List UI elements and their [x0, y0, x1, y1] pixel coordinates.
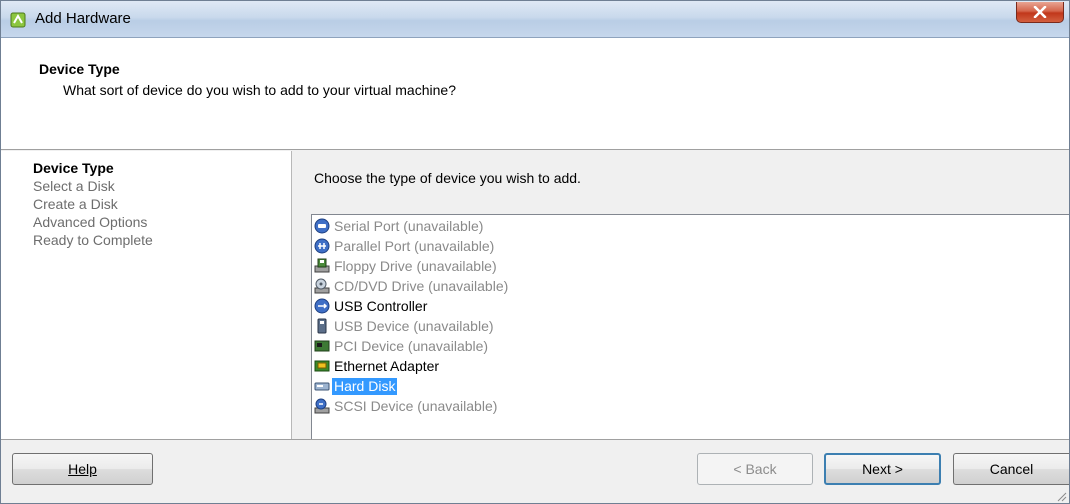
pci-device-icon [314, 340, 330, 352]
step-advanced-options: Advanced Options [33, 214, 148, 230]
device-item-usb-device[interactable]: USB Device (unavailable) [314, 317, 496, 335]
device-label: CD/DVD Drive (unavailable) [334, 277, 509, 294]
parallel-port-icon [314, 238, 330, 254]
device-item-pci-device[interactable]: PCI Device (unavailable) [314, 337, 490, 355]
main-panel: Choose the type of device you wish to ad… [292, 151, 1069, 440]
wizard-steps: Device Type Select a Disk Create a Disk … [1, 151, 292, 439]
wizard-header: Device Type What sort of device do you w… [1, 38, 1069, 150]
scsi-device-icon [314, 398, 330, 414]
usb-controller-icon [314, 298, 330, 314]
step-create-disk: Create a Disk [33, 196, 118, 212]
hard-disk-icon [314, 382, 330, 391]
device-prompt: Choose the type of device you wish to ad… [314, 170, 581, 186]
next-button[interactable]: Next > [824, 453, 941, 485]
header-subtitle: What sort of device do you wish to add t… [63, 82, 456, 98]
device-item-floppy-drive[interactable]: Floppy Drive (unavailable) [314, 257, 499, 275]
floppy-drive-icon [314, 258, 330, 273]
device-label: PCI Device (unavailable) [334, 337, 489, 354]
help-button-label: Help [68, 461, 97, 477]
step-ready-to-complete: Ready to Complete [33, 232, 153, 248]
title-bar[interactable]: Add Hardware [1, 1, 1069, 38]
device-type-list[interactable]: Serial Port (unavailable) Parallel Port … [311, 214, 1069, 440]
header-title: Device Type [39, 61, 120, 77]
device-item-cd-dvd-drive[interactable]: CD/DVD Drive (unavailable) [314, 277, 510, 295]
device-label: SCSI Device (unavailable) [334, 397, 498, 414]
back-button[interactable]: < Back [697, 453, 813, 485]
device-item-usb-controller[interactable]: USB Controller [314, 297, 429, 315]
device-label: Ethernet Adapter [334, 357, 440, 374]
cd-dvd-drive-icon [314, 278, 330, 294]
step-select-disk: Select a Disk [33, 178, 115, 194]
device-label: Floppy Drive (unavailable) [334, 257, 497, 274]
close-icon [1033, 6, 1047, 18]
close-button[interactable] [1016, 2, 1064, 23]
back-button-label: < Back [733, 461, 777, 477]
ethernet-adapter-icon [314, 360, 330, 372]
add-hardware-dialog: Add Hardware Device Type What sort of de… [0, 0, 1070, 504]
device-label: Parallel Port (unavailable) [334, 237, 495, 254]
step-device-type: Device Type [33, 160, 114, 176]
cancel-button-label: Cancel [989, 461, 1034, 477]
device-label: USB Device (unavailable) [334, 317, 494, 334]
device-label: Hard Disk [332, 377, 398, 395]
device-item-ethernet-adapter[interactable]: Ethernet Adapter [314, 357, 441, 375]
help-button[interactable]: Help [12, 453, 153, 485]
app-icon [10, 12, 26, 28]
window-title: Add Hardware [35, 10, 131, 27]
wizard-footer: Help < Back Next > Cancel [1, 439, 1069, 503]
device-item-parallel-port[interactable]: Parallel Port (unavailable) [314, 237, 496, 255]
device-item-scsi-device[interactable]: SCSI Device (unavailable) [314, 397, 499, 415]
device-label: Serial Port (unavailable) [334, 217, 484, 234]
device-item-hard-disk[interactable]: Hard Disk [314, 377, 398, 395]
next-button-label: Next > [862, 461, 903, 477]
device-item-serial-port[interactable]: Serial Port (unavailable) [314, 217, 485, 235]
device-label: USB Controller [334, 297, 428, 314]
usb-device-icon [317, 318, 327, 334]
serial-port-icon [314, 218, 330, 234]
cancel-button[interactable]: Cancel [953, 453, 1069, 485]
resize-grip-icon[interactable] [1055, 490, 1067, 502]
